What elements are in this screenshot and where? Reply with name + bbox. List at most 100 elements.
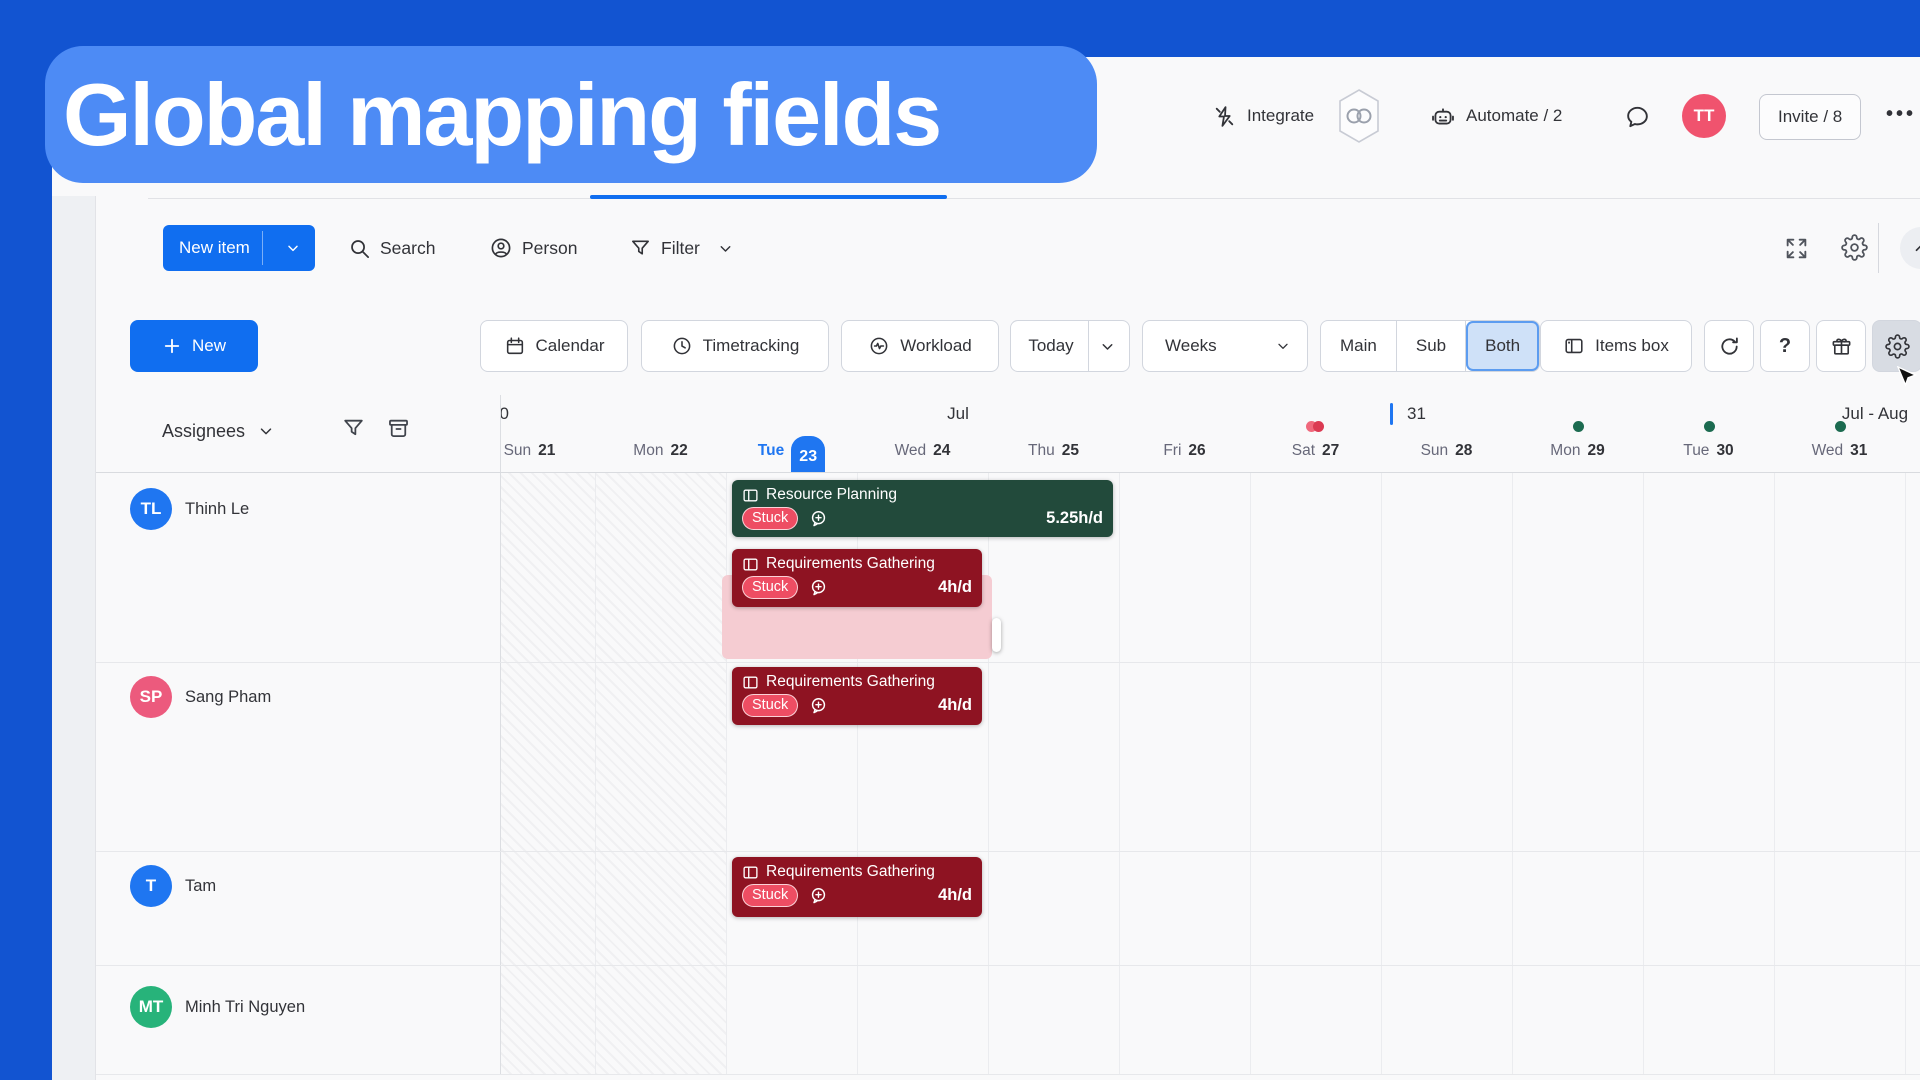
- avatar: SP: [130, 676, 172, 718]
- month-label: Jul: [947, 404, 969, 424]
- filter-label: Filter: [661, 238, 700, 259]
- integrate-button[interactable]: Integrate: [1212, 94, 1314, 138]
- view-settings-icon-button[interactable]: [1841, 234, 1868, 261]
- workload-pulse-icon: [868, 335, 890, 357]
- items-box-label: Items box: [1595, 336, 1669, 356]
- status-dot: [1704, 421, 1715, 432]
- invite-button[interactable]: Invite / 8: [1759, 94, 1861, 140]
- panel-archive-button[interactable]: [386, 416, 411, 441]
- day-column-header: Mon29: [1512, 431, 1643, 471]
- task-bar[interactable]: Requirements GatheringStuck4h/d: [732, 549, 982, 607]
- new-item-button[interactable]: New item: [163, 225, 315, 271]
- chevron-up-icon: [1912, 239, 1920, 257]
- group-by-label: Assignees: [162, 421, 245, 442]
- segment-sub[interactable]: Sub: [1397, 321, 1466, 371]
- collapsed-sidebar-rail[interactable]: [52, 196, 96, 1080]
- automate-button[interactable]: Automate / 2: [1430, 94, 1562, 138]
- item-board-icon: [742, 674, 759, 691]
- person-row[interactable]: TLThinh Le: [130, 488, 249, 530]
- new-button[interactable]: New: [130, 320, 258, 372]
- period-select[interactable]: Weeks: [1142, 320, 1308, 372]
- day-column-header: Sun28: [1381, 431, 1512, 471]
- day-date: 21: [538, 442, 555, 460]
- avatar: T: [130, 865, 172, 907]
- status-dot: [1573, 421, 1584, 432]
- drag-handle[interactable]: [992, 618, 1001, 652]
- add-update-icon[interactable]: [809, 578, 828, 597]
- task-bar[interactable]: Requirements GatheringStuck4h/d: [732, 857, 982, 917]
- whats-new-button[interactable]: [1816, 320, 1866, 372]
- task-bar[interactable]: Resource PlanningStuck5.25h/d: [732, 480, 1113, 537]
- task-title: Requirements Gathering: [766, 863, 935, 881]
- workload-view-button[interactable]: Workload: [841, 320, 999, 372]
- row-divider: [95, 965, 1920, 966]
- person-row[interactable]: SP Sang Pham: [130, 676, 271, 718]
- person-filter-button[interactable]: Person: [489, 225, 577, 271]
- week-separator-tick: [1390, 403, 1393, 425]
- row-divider: [95, 472, 1920, 473]
- day-column-header: Thu25: [988, 431, 1119, 471]
- more-options-button[interactable]: •••: [1886, 103, 1916, 126]
- day-column-header: Wed31: [1774, 431, 1905, 471]
- day-date: 26: [1188, 442, 1205, 460]
- user-avatar[interactable]: TT: [1682, 94, 1726, 138]
- add-update-icon[interactable]: [809, 886, 828, 905]
- day-date: 28: [1455, 442, 1472, 460]
- day-name: Mon: [633, 442, 663, 460]
- segment-main[interactable]: Main: [1321, 321, 1397, 371]
- workload-label: Workload: [900, 336, 972, 356]
- chevron-down-icon: [717, 240, 734, 257]
- timeline-date-header: 30Jul31Jul - AugSun21Mon22Tue23Wed24Thu2…: [500, 395, 1920, 472]
- day-column-header: Tue23: [726, 431, 857, 471]
- person-row[interactable]: MTMinh Tri Nguyen: [130, 986, 305, 1028]
- chat-button[interactable]: [1624, 94, 1651, 138]
- refresh-button[interactable]: [1704, 320, 1754, 372]
- add-update-icon[interactable]: [809, 696, 828, 715]
- clock-icon: [671, 335, 693, 357]
- settings-button[interactable]: [1872, 320, 1920, 372]
- expand-view-button[interactable]: [1784, 236, 1809, 261]
- avatar: MT: [130, 986, 172, 1028]
- panel-filter-button[interactable]: [341, 416, 366, 441]
- integrate-label: Integrate: [1247, 106, 1314, 126]
- grid-column-line: [595, 472, 596, 1074]
- today-button[interactable]: Today: [1010, 320, 1130, 372]
- calendar-view-button[interactable]: Calendar: [480, 320, 628, 372]
- calendar-label: Calendar: [536, 336, 605, 356]
- refresh-icon: [1718, 335, 1741, 358]
- gear-icon: [1841, 234, 1868, 261]
- person-name: Sang Pham: [185, 688, 271, 707]
- person-name: Thinh Le: [185, 500, 249, 519]
- grid-column-line: [1119, 472, 1120, 1074]
- main-sub-both-segmented-control: MainSubBoth: [1320, 320, 1540, 372]
- collapse-header-button[interactable]: [1900, 227, 1920, 269]
- task-meta-row: Stuck4h/d: [742, 694, 972, 717]
- timeline-grid[interactable]: Resource PlanningStuck5.25h/dRequirement…: [500, 472, 1920, 1074]
- add-update-icon[interactable]: [809, 509, 828, 528]
- task-title-row: Requirements Gathering: [742, 673, 972, 691]
- integrations-badge[interactable]: [1336, 88, 1382, 144]
- avatar-initials: TT: [1694, 106, 1715, 126]
- today-date-pill: 23: [791, 436, 825, 472]
- active-tab-underline: [590, 195, 947, 199]
- task-bar[interactable]: Requirements Gathering Stuck4h/d: [732, 667, 982, 725]
- help-button[interactable]: ?: [1760, 320, 1810, 372]
- grid-column-line: [1381, 472, 1382, 1074]
- chevron-down-icon[interactable]: [1089, 338, 1126, 355]
- person-row[interactable]: TTam: [130, 865, 216, 907]
- filter-button[interactable]: Filter: [629, 225, 734, 271]
- group-by-control[interactable]: Assignees: [162, 415, 275, 447]
- grid-column-line: [1905, 472, 1906, 1074]
- items-box-button[interactable]: Items box: [1540, 320, 1692, 372]
- status-badge: Stuck: [742, 507, 798, 530]
- status-badge: Stuck: [742, 694, 798, 717]
- past-day-shading: [500, 472, 595, 1074]
- new-label: New: [192, 336, 226, 356]
- day-column-header: Fri26: [1119, 431, 1250, 471]
- timetracking-view-button[interactable]: Timetracking: [641, 320, 829, 372]
- segment-both[interactable]: Both: [1466, 321, 1539, 371]
- date-status-dots: [1573, 421, 1580, 432]
- task-title-row: Resource Planning: [742, 486, 1103, 504]
- search-button[interactable]: Search: [348, 225, 435, 271]
- grid-column-line: [726, 472, 727, 1074]
